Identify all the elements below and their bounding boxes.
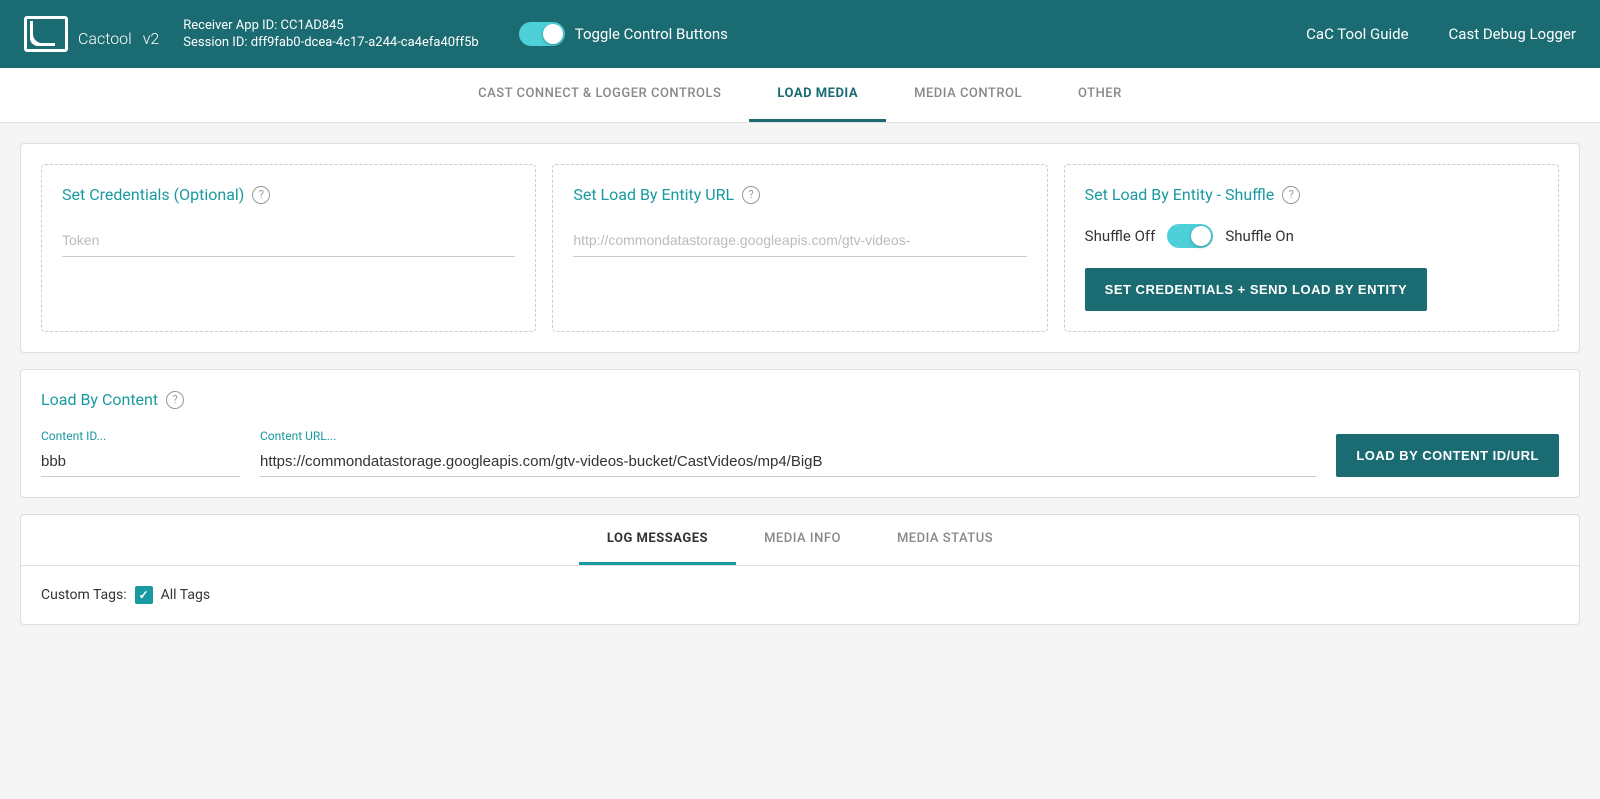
credentials-title-text: Set Credentials (Optional) bbox=[62, 185, 244, 204]
header-nav: CaC Tool Guide Cast Debug Logger bbox=[1306, 25, 1576, 43]
content-url-label: Content URL... bbox=[260, 429, 1316, 443]
entity-url-card-title: Set Load By Entity URL ? bbox=[573, 185, 1026, 204]
cast-debug-logger-link[interactable]: Cast Debug Logger bbox=[1449, 25, 1576, 43]
cast-icon bbox=[24, 16, 68, 52]
tab-other[interactable]: OTHER bbox=[1050, 68, 1150, 122]
shuffle-slider bbox=[1167, 224, 1213, 248]
control-toggle-switch[interactable] bbox=[519, 22, 565, 46]
content-id-input[interactable] bbox=[41, 447, 240, 477]
session-info: Receiver App ID: CC1AD845 Session ID: df… bbox=[183, 18, 478, 50]
credentials-card-title: Set Credentials (Optional) ? bbox=[62, 185, 515, 204]
load-content-card: Load By Content ? Content ID... Content … bbox=[20, 369, 1580, 498]
token-input[interactable] bbox=[62, 224, 515, 257]
receiver-app-id: Receiver App ID: CC1AD845 bbox=[183, 18, 478, 33]
log-messages-content: Custom Tags: All Tags bbox=[21, 566, 1579, 624]
logo-text: Cactool v2 bbox=[78, 18, 159, 51]
entity-url-help-icon[interactable]: ? bbox=[742, 186, 760, 204]
load-content-title: Load By Content ? bbox=[41, 390, 1559, 409]
bottom-section: LOG MESSAGES MEDIA INFO MEDIA STATUS Cus… bbox=[20, 514, 1580, 625]
load-content-help-icon[interactable]: ? bbox=[166, 391, 184, 409]
shuffle-title-text: Set Load By Entity - Shuffle bbox=[1085, 185, 1275, 204]
main-content: Set Credentials (Optional) ? Set Load By… bbox=[0, 123, 1600, 645]
logo: Cactool v2 bbox=[24, 16, 159, 52]
all-tags-label: All Tags bbox=[161, 587, 210, 603]
logo-name: Cactool bbox=[78, 29, 132, 48]
tab-load-media[interactable]: LOAD MEDIA bbox=[749, 68, 886, 122]
tab-cast-connect[interactable]: CAST CONNECT & LOGGER CONTROLS bbox=[450, 68, 749, 122]
credentials-help-icon[interactable]: ? bbox=[252, 186, 270, 204]
entity-url-card: Set Load By Entity URL ? bbox=[552, 164, 1047, 332]
tab-log-messages[interactable]: LOG MESSAGES bbox=[579, 515, 736, 565]
cac-tool-guide-link[interactable]: CaC Tool Guide bbox=[1306, 25, 1408, 43]
toggle-slider bbox=[519, 22, 565, 46]
tab-media-status[interactable]: MEDIA STATUS bbox=[869, 515, 1021, 565]
shuffle-card-title: Set Load By Entity - Shuffle ? bbox=[1085, 185, 1538, 204]
logo-version: v2 bbox=[143, 29, 160, 48]
entity-url-input[interactable] bbox=[573, 224, 1026, 257]
main-tab-bar: CAST CONNECT & LOGGER CONTROLS LOAD MEDI… bbox=[0, 68, 1600, 123]
shuffle-card: Set Load By Entity - Shuffle ? Shuffle O… bbox=[1064, 164, 1559, 332]
load-content-inputs: Content ID... Content URL... LOAD BY CON… bbox=[41, 429, 1559, 477]
load-content-title-text: Load By Content bbox=[41, 390, 158, 409]
all-tags-checkbox[interactable] bbox=[135, 586, 153, 604]
shuffle-on-label: Shuffle On bbox=[1225, 227, 1294, 245]
content-id-label: Content ID... bbox=[41, 429, 240, 443]
set-credentials-send-load-button[interactable]: SET CREDENTIALS + SEND LOAD BY ENTITY bbox=[1085, 268, 1428, 311]
session-id: Session ID: dff9fab0-dcea-4c17-a244-ca4e… bbox=[183, 35, 478, 50]
top-cards-row: Set Credentials (Optional) ? Set Load By… bbox=[20, 143, 1580, 353]
tab-media-control[interactable]: MEDIA CONTROL bbox=[886, 68, 1050, 122]
load-by-content-button[interactable]: LOAD BY CONTENT ID/URL bbox=[1336, 434, 1559, 477]
content-id-group: Content ID... bbox=[41, 429, 240, 477]
app-header: Cactool v2 Receiver App ID: CC1AD845 Ses… bbox=[0, 0, 1600, 68]
tab-media-info[interactable]: MEDIA INFO bbox=[736, 515, 869, 565]
entity-url-title-text: Set Load By Entity URL bbox=[573, 185, 734, 204]
credentials-card: Set Credentials (Optional) ? bbox=[41, 164, 536, 332]
shuffle-help-icon[interactable]: ? bbox=[1282, 186, 1300, 204]
content-url-group: Content URL... bbox=[260, 429, 1316, 477]
custom-tags-label: Custom Tags: bbox=[41, 587, 127, 603]
shuffle-toggle-switch[interactable] bbox=[1167, 224, 1213, 248]
content-url-input[interactable] bbox=[260, 447, 1316, 477]
custom-tags-row: Custom Tags: All Tags bbox=[41, 586, 1559, 604]
shuffle-off-label: Shuffle Off bbox=[1085, 227, 1156, 245]
toggle-label: Toggle Control Buttons bbox=[575, 25, 728, 43]
toggle-control-buttons[interactable]: Toggle Control Buttons bbox=[519, 22, 728, 46]
bottom-tab-bar: LOG MESSAGES MEDIA INFO MEDIA STATUS bbox=[21, 515, 1579, 566]
shuffle-toggle-row: Shuffle Off Shuffle On bbox=[1085, 224, 1538, 248]
